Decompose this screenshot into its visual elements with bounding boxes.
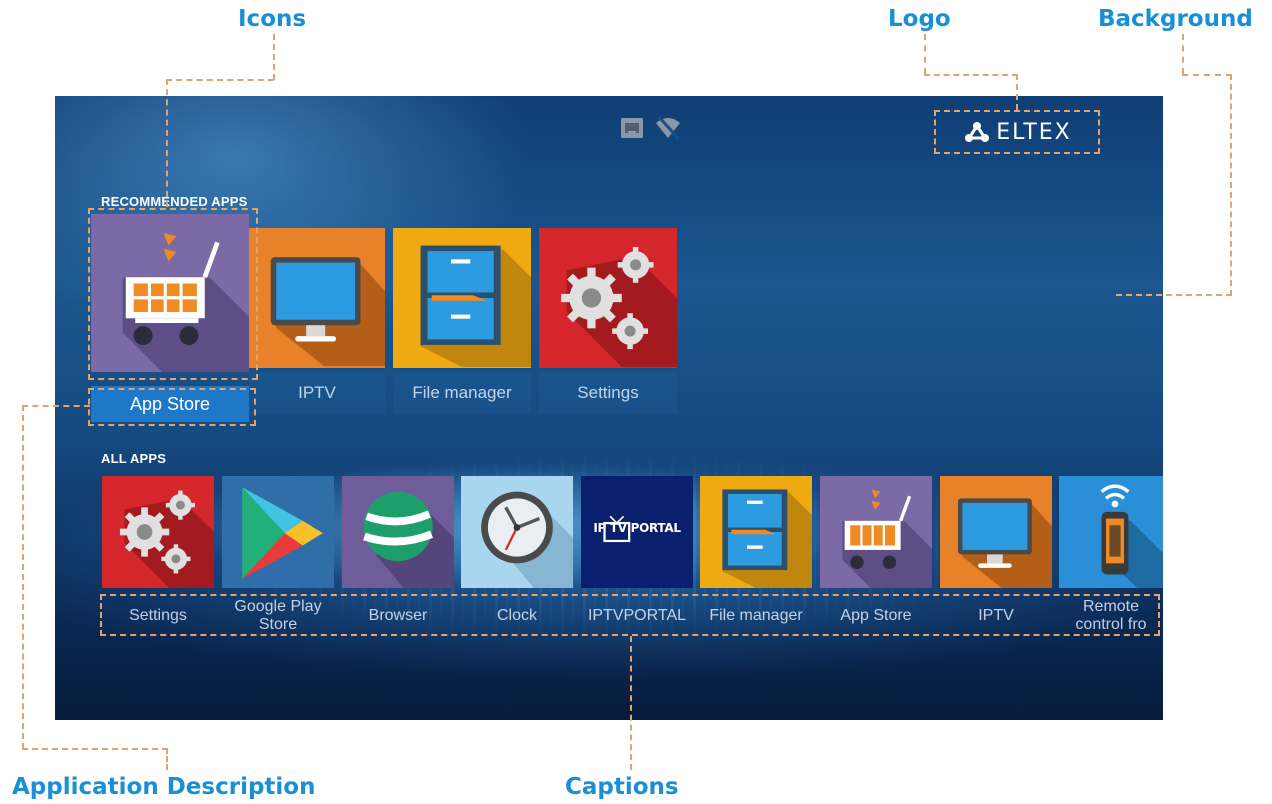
recommended-apps-label: RECOMMENDED APPS xyxy=(101,194,248,209)
all-app-tile-browser[interactable] xyxy=(342,476,454,588)
background-leader-line xyxy=(1182,74,1232,76)
all-app-tile-remote-control[interactable] xyxy=(1059,476,1163,588)
background-leader-line xyxy=(1116,294,1232,296)
all-app-tile-google-play-store[interactable] xyxy=(222,476,334,588)
all-app-tile-settings[interactable] xyxy=(102,476,214,588)
status-bar xyxy=(620,115,682,141)
all-app-tile-clock[interactable] xyxy=(461,476,573,588)
all-app-tile-iptvportal[interactable]: IP TV PORTAL xyxy=(581,476,693,588)
application-description-highlight-box xyxy=(88,388,256,426)
logo-leader-line xyxy=(924,74,1018,76)
captions-callout: Captions xyxy=(565,774,679,800)
wifi-off-icon xyxy=(654,115,682,141)
tv-monitor-icon xyxy=(270,257,385,366)
application-description-leader-line xyxy=(22,405,90,407)
background-leader-line xyxy=(1182,34,1184,74)
logo-leader-line xyxy=(924,34,926,74)
logo-callout: Logo xyxy=(888,6,951,32)
application-description-callout: Application Description xyxy=(12,774,316,800)
icons-callout: Icons xyxy=(238,6,307,32)
shopping-cart-icon xyxy=(842,489,932,588)
captions-highlight-box xyxy=(100,594,1160,636)
ethernet-icon xyxy=(620,116,644,140)
remote-control-icon xyxy=(1100,484,1163,588)
icons-highlight-box xyxy=(88,208,258,380)
caption-settings[interactable]: Settings xyxy=(539,372,677,414)
all-app-tile-iptv[interactable] xyxy=(940,476,1052,588)
gears-icon xyxy=(119,490,214,588)
background-callout: Background xyxy=(1098,6,1253,32)
gears-icon xyxy=(561,246,677,367)
iptvportal-logo-text: IP TV PORTAL xyxy=(593,521,681,535)
icons-leader-line xyxy=(166,79,274,81)
icons-leader-line xyxy=(166,79,168,207)
application-description-leader-line xyxy=(22,405,24,749)
caption-iptv[interactable]: IPTV xyxy=(249,372,385,414)
captions-leader-line xyxy=(630,636,632,770)
logo-highlight-box xyxy=(934,110,1100,154)
logo-leader-line xyxy=(1016,74,1018,110)
application-description-leader-line xyxy=(166,748,168,770)
file-cabinet-icon xyxy=(722,489,812,588)
all-app-tile-file-manager[interactable] xyxy=(700,476,812,588)
all-apps-label: ALL APPS xyxy=(101,451,167,466)
all-app-tile-app-store[interactable] xyxy=(820,476,932,588)
background-leader-line xyxy=(1230,74,1232,296)
app-tile-iptv[interactable] xyxy=(249,228,385,368)
app-tile-settings[interactable] xyxy=(539,228,677,368)
play-store-icon xyxy=(242,487,323,580)
clock-icon xyxy=(481,491,573,588)
file-cabinet-icon xyxy=(420,245,531,367)
globe-icon xyxy=(363,491,454,588)
caption-file-manager[interactable]: File manager xyxy=(393,372,531,414)
icons-leader-line xyxy=(273,34,275,80)
application-description-leader-line xyxy=(22,748,168,750)
app-tile-file-manager[interactable] xyxy=(393,228,531,368)
tv-monitor-icon xyxy=(957,498,1052,588)
